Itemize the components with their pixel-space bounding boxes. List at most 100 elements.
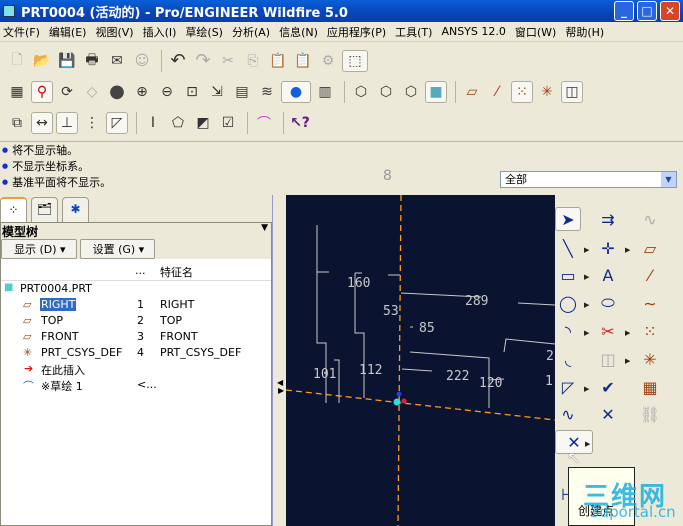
- settings-button[interactable]: 设置 (G) ▾: [79, 239, 156, 259]
- flyout-arrow-icon[interactable]: ▶: [585, 440, 590, 448]
- flyout-arrow-icon[interactable]: ▶: [625, 329, 630, 337]
- centerline-tool-icon[interactable]: ✛: [595, 236, 621, 260]
- zoom-out-icon[interactable]: ⊖: [156, 81, 178, 103]
- layers-icon[interactable]: ≋: [256, 81, 278, 103]
- palette-tool-icon[interactable]: ⬭: [595, 291, 621, 315]
- datum-ref-tool-icon[interactable]: ▦: [637, 375, 663, 399]
- zoom-in-icon[interactable]: ⊕: [131, 81, 153, 103]
- rectangle-tool-icon[interactable]: ▭: [555, 263, 581, 287]
- datum-plane-display-icon[interactable]: ▱: [461, 81, 483, 103]
- menu-edit[interactable]: 编辑(E): [46, 24, 93, 40]
- tab-folder-browser[interactable]: 🗂: [31, 197, 58, 222]
- cancel-x-icon[interactable]: ✕: [595, 402, 621, 426]
- tree-row[interactable]: ⌒ ※草绘 1 <...: [1, 377, 271, 393]
- menu-file[interactable]: 文件(F): [0, 24, 46, 40]
- menu-info[interactable]: 信息(N): [276, 24, 324, 40]
- circle-tool-icon[interactable]: ◯: [555, 291, 581, 315]
- trim-tool-icon[interactable]: ✂: [595, 319, 621, 343]
- panel-splitter[interactable]: ◀ ▶: [272, 195, 286, 526]
- datum-curve-tool-icon[interactable]: ∼: [637, 291, 663, 315]
- show-button[interactable]: 显示 (D) ▾: [1, 239, 77, 259]
- spin-center-icon[interactable]: ⟳: [56, 81, 78, 103]
- overlapping-geometry-icon[interactable]: ⬠: [167, 112, 189, 134]
- saved-views-icon[interactable]: ▤: [231, 81, 253, 103]
- grid-display-icon[interactable]: ⋮: [81, 112, 103, 134]
- close-button[interactable]: ✕: [660, 1, 680, 21]
- line-tool-icon[interactable]: ╲: [555, 236, 581, 260]
- menu-analysis[interactable]: 分析(A): [229, 24, 276, 40]
- menu-view[interactable]: 视图(V): [92, 24, 139, 40]
- tab-model-tree[interactable]: ⁘: [0, 197, 27, 222]
- wireframe-icon[interactable]: ⬡: [350, 81, 372, 103]
- flyout-arrow-icon[interactable]: ▶: [625, 357, 630, 365]
- flyout-arrow-icon[interactable]: ▶: [584, 273, 589, 281]
- maximize-button[interactable]: □: [637, 1, 657, 21]
- tree-row[interactable]: ➔ 在此插入: [1, 361, 271, 377]
- tree-row[interactable]: ✳ PRT_CSYS_DEF 4 PRT_CSYS_DEF: [1, 345, 271, 361]
- tree-row[interactable]: ▱ FRONT 3 FRONT: [1, 329, 271, 345]
- open-folder-icon[interactable]: 📂: [31, 50, 53, 72]
- flyout-arrow-icon[interactable]: ▶: [584, 385, 589, 393]
- vertex-display-icon[interactable]: ◸: [106, 111, 128, 134]
- minimize-button[interactable]: _: [614, 1, 634, 21]
- undo-icon[interactable]: ↶: [167, 50, 189, 72]
- csys-tool-icon[interactable]: ✳: [637, 347, 663, 371]
- cut-icon[interactable]: ✂: [217, 50, 239, 72]
- send-mail-icon[interactable]: ✉: [106, 50, 128, 72]
- menu-tools[interactable]: 工具(T): [392, 24, 438, 40]
- chain-disabled-icon[interactable]: ⛓: [637, 402, 663, 426]
- flyout-arrow-icon[interactable]: ▶: [584, 301, 589, 309]
- flyout-arrow-icon[interactable]: ▶: [584, 246, 589, 254]
- model-display-icon[interactable]: ▥: [314, 81, 336, 103]
- datum-plane-tool-icon[interactable]: ▱: [637, 236, 663, 260]
- csys-display-icon[interactable]: ✳: [536, 81, 558, 103]
- arc-tool-icon[interactable]: ◝: [555, 319, 581, 343]
- paste-icon[interactable]: 📋: [267, 50, 289, 72]
- datum-point-display-icon[interactable]: ⁙: [511, 80, 533, 103]
- graphics-window[interactable]: 160 53 289 85 101 112 222 120 2 1: [286, 195, 555, 526]
- spline-tool-icon[interactable]: ∿: [555, 402, 581, 426]
- expand-right-icon[interactable]: ▶: [278, 386, 284, 395]
- panel-menu-icon[interactable]: ▼: [261, 223, 268, 233]
- appearance-sphere-icon[interactable]: ●: [106, 81, 128, 103]
- chevron-down-icon[interactable]: ▼: [661, 172, 676, 187]
- text-tool-icon[interactable]: A: [595, 263, 621, 287]
- hidden-line-icon[interactable]: ⬡: [375, 81, 397, 103]
- refit-icon[interactable]: ⊡: [181, 81, 203, 103]
- flyout-arrow-icon[interactable]: ▶: [584, 329, 589, 337]
- context-help-icon[interactable]: ↖?: [289, 112, 311, 134]
- datum-axis-tool-icon[interactable]: ⁄: [637, 263, 663, 287]
- shaded-icon[interactable]: ■: [425, 80, 447, 103]
- menu-help[interactable]: 帮助(H): [562, 24, 610, 40]
- selection-box-icon[interactable]: ⬚: [342, 49, 368, 72]
- no-hidden-icon[interactable]: ⬡: [400, 81, 422, 103]
- menu-applications[interactable]: 应用程序(P): [324, 24, 392, 40]
- selection-filter-select[interactable]: 全部 ▼: [500, 171, 677, 188]
- datum-point-tool-icon[interactable]: ⁙: [637, 319, 663, 343]
- lock-icon[interactable]: ☺: [131, 50, 153, 72]
- print-icon[interactable]: 🖶: [81, 50, 103, 72]
- column-header-dots[interactable]: ...: [135, 264, 146, 277]
- new-file-icon[interactable]: 🗋: [6, 50, 28, 72]
- annotation-display-icon[interactable]: ◫: [561, 80, 583, 103]
- constraint-display-icon[interactable]: ⊥: [56, 111, 78, 134]
- regenerate-icon[interactable]: ⚙: [317, 50, 339, 72]
- fillet-tool-icon[interactable]: ◟: [555, 347, 581, 371]
- flyout-arrow-icon[interactable]: ▶: [625, 246, 630, 254]
- column-header-feature-name[interactable]: 特征名: [160, 264, 193, 280]
- section-icon[interactable]: Ⅰ: [142, 112, 164, 134]
- feature-requirements-icon[interactable]: ⌒: [253, 112, 275, 134]
- save-icon[interactable]: 💾: [56, 50, 78, 72]
- tree-row[interactable]: ▱ RIGHT 1 RIGHT: [1, 297, 271, 313]
- dimension-display-icon[interactable]: ↔: [31, 111, 53, 134]
- construction-mode-icon[interactable]: ⇉: [595, 207, 621, 231]
- open-ends-icon[interactable]: ◩: [192, 112, 214, 134]
- chamfer-tool-icon[interactable]: ◸: [555, 375, 581, 399]
- select-arrow-icon[interactable]: ➤: [555, 207, 581, 231]
- spline-disabled-icon[interactable]: ∿: [637, 207, 663, 231]
- tree-row[interactable]: ▱ TOP 2 TOP: [1, 313, 271, 329]
- display-style-icon[interactable]: ●: [281, 80, 311, 103]
- repaint-icon[interactable]: ▦: [6, 81, 28, 103]
- orient-mode-icon[interactable]: ⚲: [31, 80, 53, 103]
- shading-icon[interactable]: ◇: [81, 81, 103, 103]
